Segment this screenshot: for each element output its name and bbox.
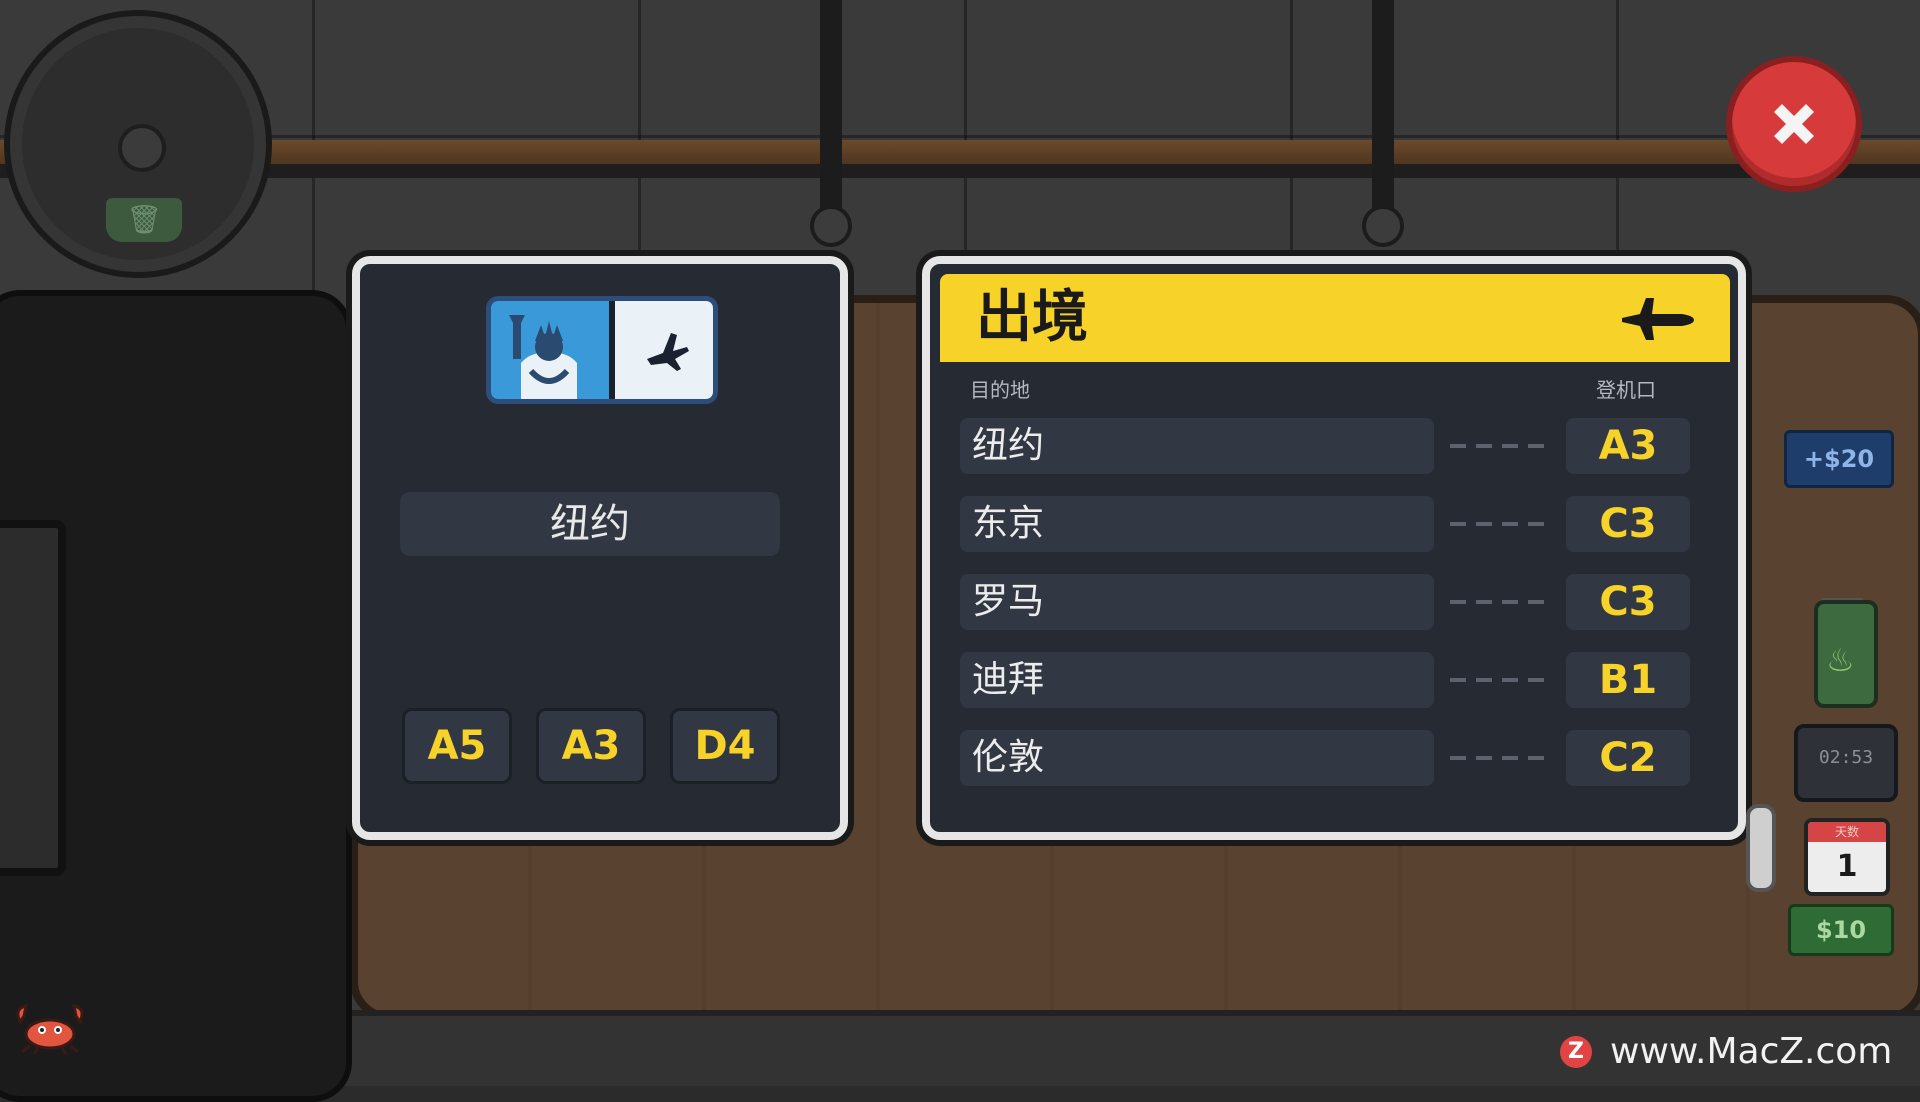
flight-row: 伦敦 C2 xyxy=(960,730,1710,786)
flight-city: 罗马 xyxy=(960,574,1434,630)
machine-door xyxy=(0,520,66,876)
airplane-icon xyxy=(647,333,689,371)
flight-gate: B1 xyxy=(1566,652,1690,708)
watermark-logo: Z xyxy=(1560,1036,1592,1068)
game-timer: 02:53 xyxy=(1794,724,1898,802)
flight-gate: C3 xyxy=(1566,574,1690,630)
close-button[interactable] xyxy=(1726,56,1862,192)
wall-rail xyxy=(0,140,1920,178)
trash-icon: 🗑 xyxy=(106,198,182,242)
flight-gate: C2 xyxy=(1566,730,1690,786)
hanging-pole-right xyxy=(1372,0,1394,215)
watermark-text: www.MacZ.com xyxy=(1610,1031,1893,1072)
cash-counter: $10 xyxy=(1788,904,1894,956)
calendar-label: 天数 xyxy=(1808,822,1886,842)
ticket-destination: 纽约 xyxy=(400,492,780,556)
board-header: 出境 xyxy=(940,274,1730,362)
trash-disc[interactable]: 🗑 xyxy=(4,10,272,278)
row-dash xyxy=(1450,600,1546,604)
day-calendar: 天数 1 xyxy=(1804,818,1890,896)
row-dash xyxy=(1450,756,1546,760)
pole-knob-right xyxy=(1362,205,1404,247)
destination-column-header: 目的地 xyxy=(970,378,1030,402)
flight-row: 罗马 C3 xyxy=(960,574,1710,630)
flame-icon: ♨ xyxy=(1826,641,1855,679)
gate-option-a3[interactable]: A3 xyxy=(536,708,646,784)
thermometer xyxy=(1746,804,1776,892)
bonus-badge: +$20 xyxy=(1784,430,1894,488)
row-dash xyxy=(1450,678,1546,682)
hanging-pole-left xyxy=(820,0,842,215)
statue-of-liberty-icon xyxy=(509,315,577,399)
departures-board: 出境 目的地 登机口 纽约 A3 东京 C3 罗马 C3 迪拜 B1 伦敦 C2 xyxy=(922,256,1746,840)
trash-disc-hub xyxy=(118,124,166,172)
flight-row: 东京 C3 xyxy=(960,496,1710,552)
flight-row: 纽约 A3 xyxy=(960,418,1710,474)
pole-knob-left xyxy=(810,205,852,247)
ticket-illustration xyxy=(486,296,718,404)
day-number: 1 xyxy=(1836,849,1858,884)
gate-column-header: 登机口 xyxy=(1596,378,1656,402)
airplane-icon xyxy=(1622,298,1694,340)
flight-gate: C3 xyxy=(1566,496,1690,552)
flight-city: 迪拜 xyxy=(960,652,1434,708)
flight-city: 纽约 xyxy=(960,418,1434,474)
row-dash xyxy=(1450,444,1546,448)
row-dash xyxy=(1450,522,1546,526)
flight-gate: A3 xyxy=(1566,418,1690,474)
gate-option-d4[interactable]: D4 xyxy=(670,708,780,784)
flight-row: 迪拜 B1 xyxy=(960,652,1710,708)
flight-city: 东京 xyxy=(960,496,1434,552)
board-title: 出境 xyxy=(976,285,1088,350)
close-icon xyxy=(1774,104,1814,144)
gate-option-a5[interactable]: A5 xyxy=(402,708,512,784)
crab-icon[interactable] xyxy=(10,1000,90,1056)
flight-city: 伦敦 xyxy=(960,730,1434,786)
ticket-panel: 纽约 A5 A3 D4 xyxy=(352,256,848,840)
